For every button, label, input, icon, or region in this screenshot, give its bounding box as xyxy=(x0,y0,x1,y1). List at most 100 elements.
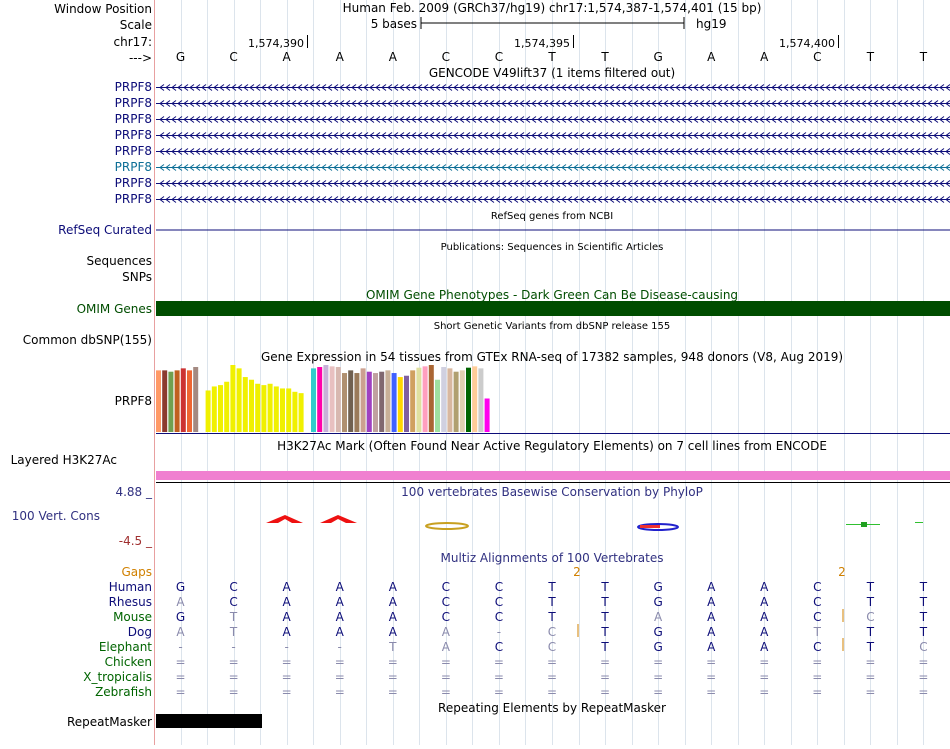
gtex-tissue-bar[interactable] xyxy=(454,372,459,432)
gtex-tissue-bar[interactable] xyxy=(168,372,173,432)
omim-track-label[interactable]: OMIM Genes xyxy=(77,302,152,316)
gtex-tissue-bar[interactable] xyxy=(485,399,490,433)
gencode-transcript-label[interactable]: PRPF8 xyxy=(115,112,152,126)
multiz-alignment[interactable]: HumanGCAAACCTTGAACTTRhesusACAAACCTTGAACT… xyxy=(83,580,928,699)
snps-track-label[interactable]: SNPs xyxy=(122,270,152,284)
gtex-tissue-bar[interactable] xyxy=(274,386,279,432)
gtex-track-label[interactable]: PRPF8 xyxy=(115,394,152,408)
h3k27ac-signal[interactable] xyxy=(156,471,950,480)
gtex-tissue-bar[interactable] xyxy=(441,367,446,432)
alignment-base: T xyxy=(813,625,822,639)
gtex-tissue-bar[interactable] xyxy=(230,365,235,432)
gencode-transcript-label[interactable]: PRPF8 xyxy=(115,80,152,94)
gtex-tissue-bar[interactable] xyxy=(330,366,335,432)
gtex-tissue-bar[interactable] xyxy=(423,366,428,432)
gtex-tissue-bar[interactable] xyxy=(354,373,359,432)
gtex-tissue-bar[interactable] xyxy=(478,368,483,432)
alignment-base: A xyxy=(442,640,451,654)
gtex-tissue-bar[interactable] xyxy=(237,368,242,432)
gtex-tissue-bar[interactable] xyxy=(392,373,397,432)
alignment-base: C xyxy=(813,595,821,609)
gtex-tissue-bar[interactable] xyxy=(410,370,415,432)
gtex-tissue-bar[interactable] xyxy=(199,368,204,432)
gtex-tissue-bar[interactable] xyxy=(416,368,421,432)
gtex-tissue-bar[interactable] xyxy=(249,380,254,432)
gtex-tissue-bar[interactable] xyxy=(224,382,229,432)
gtex-tissue-bar[interactable] xyxy=(181,368,186,432)
repeatmasker-element[interactable] xyxy=(156,714,262,728)
gtex-tissue-bar[interactable] xyxy=(156,370,161,432)
gtex-tissue-bar[interactable] xyxy=(299,393,304,432)
conservation-logo-marks[interactable] xyxy=(266,515,923,530)
gtex-tissue-bar[interactable] xyxy=(323,365,328,432)
species-label[interactable]: Human xyxy=(109,580,152,594)
gtex-tissue-bar[interactable] xyxy=(429,365,434,432)
gtex-tissue-bar[interactable] xyxy=(317,367,322,432)
conservation-track-label[interactable]: 100 Vert. Cons xyxy=(12,509,100,523)
gencode-transcript-label[interactable]: PRPF8 xyxy=(115,160,152,174)
gtex-tissue-bar[interactable] xyxy=(373,373,378,432)
gtex-tissue-bar[interactable] xyxy=(336,367,341,432)
alignment-base: G xyxy=(176,610,185,624)
gencode-transcript-label[interactable]: PRPF8 xyxy=(115,192,152,206)
dbsnp-track-label[interactable]: Common dbSNP(155) xyxy=(23,333,152,347)
repeatmasker-track-label[interactable]: RepeatMasker xyxy=(67,715,152,729)
alignment-base: A xyxy=(176,595,185,609)
sequences-track-label[interactable]: Sequences xyxy=(87,254,152,268)
chrom-label: chr17: xyxy=(114,35,152,49)
gtex-tissue-bar[interactable] xyxy=(292,392,297,432)
gtex-tissue-bar[interactable] xyxy=(212,386,217,432)
gencode-transcript-label[interactable]: PRPF8 xyxy=(115,96,152,110)
gencode-transcript-label[interactable]: PRPF8 xyxy=(115,144,152,158)
gtex-tissue-bar[interactable] xyxy=(466,368,471,432)
gencode-track-title: GENCODE V49lift37 (1 items filtered out) xyxy=(429,66,675,80)
gencode-track[interactable]: PRPF8 PRPF8 PRPF8 PRPF8 PRPF8 PRPF8 PRPF8 PRPF8 xyxy=(115,80,950,206)
species-label[interactable]: Dog xyxy=(128,625,152,639)
h3k27ac-track-title: H3K27Ac Mark (Often Found Near Active Re… xyxy=(277,439,827,453)
gtex-tissue-bar[interactable] xyxy=(286,388,291,432)
gtex-tissue-bar[interactable] xyxy=(342,373,347,432)
refseq-track-label[interactable]: RefSeq Curated xyxy=(58,223,152,237)
alignment-base: A xyxy=(283,610,292,624)
alignment-base: T xyxy=(229,610,238,624)
base-letter: T xyxy=(547,50,556,64)
gtex-tissue-bar[interactable] xyxy=(193,367,198,432)
gtex-tissue-bar[interactable] xyxy=(398,377,403,432)
gtex-tissue-bar[interactable] xyxy=(243,377,248,432)
gtex-tissue-bar[interactable] xyxy=(367,372,372,432)
gtex-tissue-bar[interactable] xyxy=(218,385,223,432)
alignment-base: - xyxy=(338,640,342,654)
gtex-tissue-bar[interactable] xyxy=(255,384,260,432)
species-label[interactable]: X_tropicalis xyxy=(83,670,152,684)
gtex-tissue-bar[interactable] xyxy=(447,368,452,432)
gtex-track-title: Gene Expression in 54 tissues from GTEx … xyxy=(261,350,843,364)
gtex-tissue-bar[interactable] xyxy=(280,388,285,432)
species-label[interactable]: Elephant xyxy=(99,640,152,654)
gtex-tissue-bar[interactable] xyxy=(435,380,440,432)
h3k27ac-track-label[interactable]: Layered H3K27Ac xyxy=(11,453,117,467)
species-label[interactable]: Zebrafish xyxy=(95,685,152,699)
gencode-transcript-label[interactable]: PRPF8 xyxy=(115,128,152,142)
gtex-tissue-bar[interactable] xyxy=(305,390,310,432)
omim-feature-bar[interactable] xyxy=(156,301,950,316)
gtex-expression-bars[interactable] xyxy=(156,365,490,432)
gtex-tissue-bar[interactable] xyxy=(385,370,390,432)
gtex-tissue-bar[interactable] xyxy=(404,376,409,432)
gencode-transcript-label[interactable]: PRPF8 xyxy=(115,176,152,190)
alignment-base: = xyxy=(282,685,292,699)
species-label[interactable]: Chicken xyxy=(105,655,152,669)
gtex-tissue-bar[interactable] xyxy=(187,370,192,432)
gtex-tissue-bar[interactable] xyxy=(261,385,266,432)
gtex-tissue-bar[interactable] xyxy=(472,366,477,432)
gtex-tissue-bar[interactable] xyxy=(379,372,384,432)
species-label[interactable]: Mouse xyxy=(113,610,152,624)
gtex-tissue-bar[interactable] xyxy=(361,368,366,432)
species-label[interactable]: Rhesus xyxy=(109,595,152,609)
gtex-tissue-bar[interactable] xyxy=(206,390,211,432)
gtex-tissue-bar[interactable] xyxy=(175,370,180,432)
gtex-tissue-bar[interactable] xyxy=(348,370,353,432)
gtex-tissue-bar[interactable] xyxy=(311,368,316,432)
gtex-tissue-bar[interactable] xyxy=(268,384,273,432)
gtex-tissue-bar[interactable] xyxy=(460,370,465,432)
gtex-tissue-bar[interactable] xyxy=(162,370,167,432)
